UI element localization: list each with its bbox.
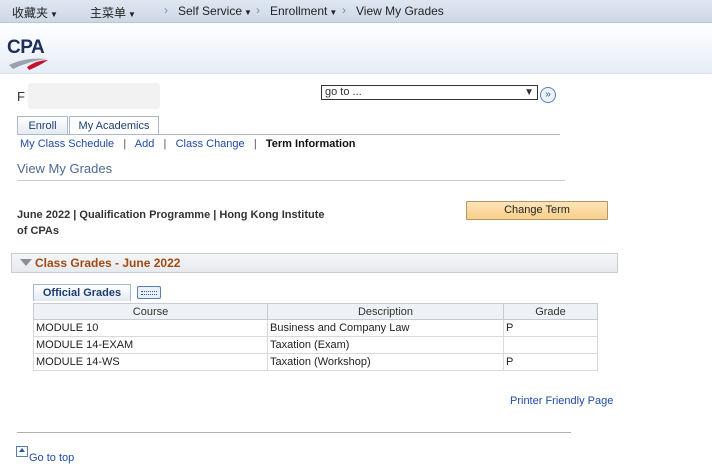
term-line-2: of CPAs [17, 225, 59, 237]
goto-select[interactable]: go to ... ▼ [321, 85, 538, 100]
subnav: My Class Schedule | Add | Class Change |… [20, 138, 356, 150]
divider [17, 432, 571, 433]
go-to-top-link[interactable]: Go to top [29, 452, 74, 464]
subnav-term-information: Term Information [265, 138, 356, 150]
divider [17, 180, 565, 181]
description-cell: Business and Company Law [267, 319, 504, 337]
grades-table: Course Description Grade MODULE 10 Busin… [33, 303, 598, 371]
double-chevron-right-icon[interactable]: » [540, 87, 556, 103]
grade-cell: P [503, 353, 598, 371]
breadcrumb-self-service[interactable]: Self Service ▼ [178, 4, 252, 18]
breadcrumb-separator-icon: › [342, 3, 346, 17]
goto-select-value: go to ... [325, 86, 362, 98]
breadcrumb-label: Enrollment [270, 4, 328, 18]
tab-divider [17, 134, 560, 135]
chevron-down-icon: ▼ [329, 8, 338, 17]
top-navigation-bar: 收藏夹 ▼ 主菜单 ▼ › Self Service ▼ › Enrollment ▼ … [0, 0, 712, 23]
breadcrumb-label: Self Service [178, 4, 243, 18]
course-cell: MODULE 14-EXAM [33, 336, 268, 354]
grade-cell: P [503, 319, 598, 337]
column-header-grade: Grade [503, 303, 598, 320]
favorites-label: 收藏夹 [12, 6, 49, 20]
chevron-down-icon: ▼ [50, 10, 58, 19]
group-title: Class Grades - June 2022 [35, 256, 181, 270]
course-cell: MODULE 14-WS [33, 353, 268, 371]
user-name-redacted [28, 83, 160, 109]
subnav-add[interactable]: Add [135, 138, 155, 150]
chevron-down-icon: ▼ [128, 10, 136, 19]
main-menu-label: 主菜单 [90, 6, 127, 20]
table-row: MODULE 10 Business and Company Law P [33, 319, 598, 337]
breadcrumb-enrollment[interactable]: Enrollment ▼ [270, 4, 337, 18]
breadcrumb-view-my-grades[interactable]: View My Grades [356, 4, 444, 18]
user-name: F [17, 89, 25, 104]
table-row: MODULE 14-WS Taxation (Workshop) P [33, 353, 598, 371]
go-to-top-icon[interactable] [16, 446, 28, 457]
breadcrumb-separator-icon: › [256, 3, 260, 17]
logo-swoosh-icon [9, 58, 48, 70]
chevron-down-icon: ▼ [244, 8, 252, 17]
cpa-logo: CPA [7, 37, 51, 81]
subnav-class-change[interactable]: Class Change [176, 138, 245, 150]
course-cell: MODULE 10 [33, 319, 268, 337]
description-cell: Taxation (Workshop) [267, 353, 504, 371]
table-row: MODULE 14-EXAM Taxation (Exam) [33, 336, 598, 354]
subnav-my-class-schedule[interactable]: My Class Schedule [20, 138, 114, 150]
page-title: View My Grades [17, 161, 113, 176]
breadcrumb-separator-icon: › [164, 3, 168, 17]
header-banner: CPA [0, 23, 712, 74]
printer-friendly-link[interactable]: Printer Friendly Page [510, 395, 613, 407]
grade-cell [503, 336, 598, 354]
collapse-triangle-icon[interactable] [20, 259, 32, 266]
term-line-1: June 2022 | Qualification Programme | Ho… [17, 209, 325, 221]
show-all-columns-icon[interactable] [137, 286, 161, 299]
tab-enroll[interactable]: Enroll [17, 116, 68, 135]
class-grades-group-header[interactable]: Class Grades - June 2022 [11, 253, 618, 273]
main-menu[interactable]: 主菜单 ▼ [90, 4, 136, 21]
tab-my-academics[interactable]: My Academics [69, 116, 159, 135]
term-information: June 2022 | Qualification Programme | Ho… [17, 207, 329, 239]
column-header-course: Course [33, 303, 268, 320]
column-header-description: Description [267, 303, 504, 320]
table-header-row: Course Description Grade [33, 303, 598, 320]
favorites-menu[interactable]: 收藏夹 ▼ [12, 4, 58, 21]
tab-official-grades[interactable]: Official Grades [33, 284, 131, 301]
description-cell: Taxation (Exam) [267, 336, 504, 354]
chevron-down-icon: ▼ [524, 87, 534, 98]
change-term-button[interactable]: Change Term [466, 201, 608, 220]
